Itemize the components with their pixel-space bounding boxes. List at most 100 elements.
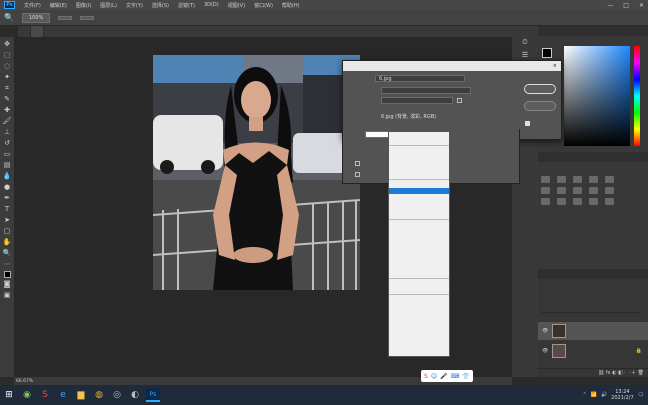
zoom-level[interactable]: 66.67% [16,379,33,384]
menu-item-edit[interactable]: 编辑(E) [50,2,67,9]
ime-toolbar[interactable]: S ☺ 🎤 ⌨ 👕 [421,370,473,382]
fg-bg-color-icon[interactable] [542,48,552,58]
blend-option[interactable] [389,206,449,212]
channel-mixer-adjust-icon[interactable] [605,187,614,194]
menu-item-window[interactable]: 窗口(W) [254,2,273,9]
crop-tool-icon[interactable]: ⌗ [3,84,12,93]
app-icon-3[interactable]: ◎ [110,388,124,402]
ime-skin-icon[interactable]: 👕 [462,373,469,380]
app-icon-4[interactable]: ◐ [128,388,142,402]
invert-adjust-icon[interactable] [541,198,550,205]
quick-mask-icon[interactable]: ◙ [3,280,12,289]
shape-tool-icon[interactable]: ▢ [3,227,12,236]
menu-item-image[interactable]: 图像(I) [76,2,91,9]
dodge-tool-icon[interactable]: ● [3,183,12,192]
gradient-map-adjust-icon[interactable] [589,198,598,205]
exposure-adjust-icon[interactable] [589,176,598,183]
cancel-button[interactable] [524,101,556,111]
ime-emoji-icon[interactable]: ☺ [431,373,437,380]
layer-row-background[interactable]: 👁 🔒 [538,342,648,360]
menu-item-3d[interactable]: 3D(D) [204,2,219,8]
menu-item-filter[interactable]: 滤镜(T) [178,2,195,9]
blur-tool-icon[interactable]: 💧 [3,172,12,181]
magic-wand-tool-icon[interactable]: ✦ [3,73,12,82]
blend-option[interactable] [389,138,449,144]
edge-icon[interactable]: e [56,388,70,402]
blend-option[interactable] [389,308,449,314]
preserve-checkbox[interactable] [355,161,360,166]
hue-slider[interactable] [634,46,640,146]
network-icon[interactable]: 📶 [591,392,597,398]
hue-saturation-adjust-icon[interactable] [541,187,550,194]
menu-item-file[interactable]: 文件(F) [24,2,41,9]
visibility-eye-icon[interactable]: 👁 [542,328,548,334]
blend-option[interactable] [389,166,449,172]
menu-item-select[interactable]: 选择(S) [152,2,169,9]
pen-tool-icon[interactable]: ✒ [3,194,12,203]
photoshop-taskbar-icon[interactable]: Ps [146,388,160,402]
history-panel-icon[interactable]: ⏲ [521,38,530,47]
eraser-tool-icon[interactable]: ▭ [3,150,12,159]
levels-adjust-icon[interactable] [557,176,566,183]
ime-keyboard-icon[interactable]: ⌨ [451,373,460,380]
threshold-adjust-icon[interactable] [573,198,582,205]
fill-screen-button[interactable] [80,15,95,20]
brush-tool-icon[interactable]: 🖌 [3,117,12,126]
color-balance-adjust-icon[interactable] [557,187,566,194]
menu-item-view[interactable]: 视图(V) [228,2,245,9]
document-photo[interactable] [153,55,360,290]
invert-checkbox[interactable] [457,98,462,103]
app-icon-2[interactable]: S [38,388,52,402]
tab-document-1[interactable] [18,26,31,37]
selective-color-adjust-icon[interactable] [605,198,614,205]
healing-tool-icon[interactable]: ✚ [3,106,12,115]
lasso-tool-icon[interactable]: ◌ [3,62,12,71]
ok-button[interactable] [524,84,556,94]
mask-checkbox[interactable] [355,172,360,177]
history-brush-icon[interactable]: ↺ [3,139,12,148]
black-white-adjust-icon[interactable] [573,187,582,194]
percent-100-button[interactable]: 100% [22,12,51,23]
eyedropper-tool-icon[interactable]: ✎ [3,95,12,104]
tray-up-arrow-icon[interactable]: ⌃ [583,392,587,398]
screen-mode-icon[interactable]: ▣ [3,291,12,300]
tab-document-2[interactable] [31,26,44,37]
path-select-tool-icon[interactable]: ➤ [3,216,12,225]
maximize-icon[interactable]: □ [623,2,629,9]
hand-tool-icon[interactable]: ✋ [3,238,12,247]
layer-row-copy[interactable]: 👁 [538,322,648,340]
source-select[interactable]: 6.jpg [375,75,465,82]
blend-option[interactable] [389,271,449,277]
app-icon-1[interactable]: ◉ [20,388,34,402]
foreground-color-swatch[interactable] [3,271,11,278]
notification-icon[interactable]: 🗨 [638,392,644,398]
dialog-close-icon[interactable]: × [553,63,557,69]
ime-mic-icon[interactable]: 🎤 [440,373,447,380]
folder-icon[interactable]: ▆ [74,388,88,402]
fit-screen-button[interactable] [58,15,73,20]
channel-select[interactable] [381,97,453,104]
photo-filter-adjust-icon[interactable] [589,187,598,194]
marquee-tool-icon[interactable]: ⬚ [3,51,12,60]
color-picker-field[interactable] [564,46,630,146]
menu-item-help[interactable]: 帮助(H) [282,2,300,9]
brightness-adjust-icon[interactable] [541,176,550,183]
properties-panel-icon[interactable]: ☰ [521,51,530,60]
menu-item-type[interactable]: 文字(Y) [126,2,143,9]
stamp-tool-icon[interactable]: ⊥ [3,128,12,137]
preview-checkbox[interactable] [525,121,530,126]
layer-select[interactable] [381,87,471,94]
vibrance-adjust-icon[interactable] [605,176,614,183]
minimize-icon[interactable]: — [607,2,613,9]
menu-item-layer[interactable]: 图层(L) [100,2,117,9]
type-tool-icon[interactable]: T [3,205,12,214]
curves-adjust-icon[interactable] [573,176,582,183]
volume-icon[interactable]: 🔊 [601,392,607,398]
blend-option[interactable] [389,286,449,292]
chrome-icon[interactable]: ◍ [92,388,106,402]
posterize-adjust-icon[interactable] [557,198,566,205]
clock[interactable]: 13:24 2021/2/7 [611,389,633,401]
move-tool-icon[interactable]: ✥ [3,40,12,49]
close-icon[interactable]: ✕ [639,2,644,9]
gradient-tool-icon[interactable]: ▤ [3,161,12,170]
